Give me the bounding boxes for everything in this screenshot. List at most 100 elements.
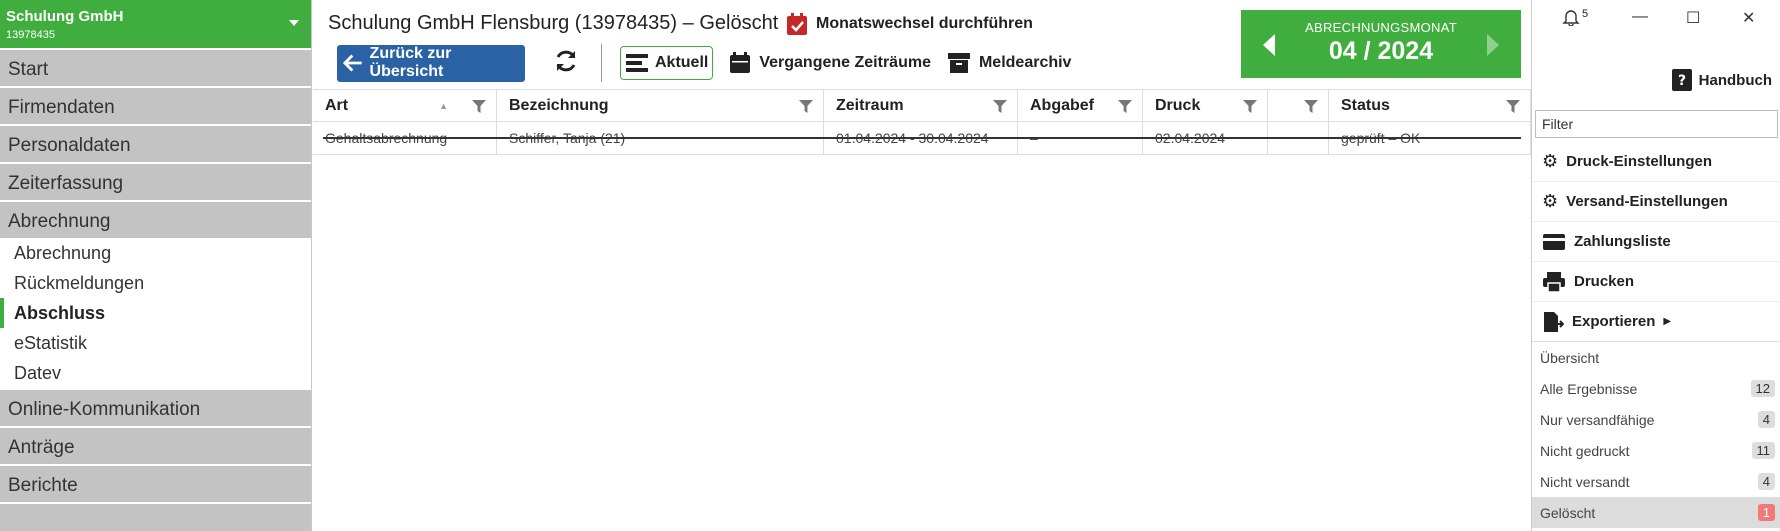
main-content: Schulung GmbH Flensburg (13978435) – Gel… — [313, 0, 1531, 531]
prev-month-icon[interactable] — [1263, 34, 1275, 56]
gears-icon: ⚙ — [1542, 191, 1559, 211]
col-bezeichnung-label: Bezeichnung — [509, 96, 609, 114]
action-list: ⚙ Druck-Einstellungen ⚙ Versand-Einstell… — [1532, 142, 1780, 342]
calendar-check-icon — [787, 13, 807, 35]
company-selector[interactable]: Schulung GmbH 13978435 — [0, 0, 311, 48]
filter-icon[interactable] — [1506, 100, 1520, 113]
col-art[interactable]: Art ▲ — [313, 90, 497, 121]
col-art-label: Art — [325, 96, 349, 114]
col-abgabef[interactable]: Abgabef — [1018, 90, 1143, 121]
aktuell-button[interactable]: Aktuell — [620, 46, 714, 80]
nav-abrechnung[interactable]: Abrechnung — [0, 200, 311, 238]
view-geloescht[interactable]: Gelöscht 1 — [1532, 497, 1780, 528]
filter-icon[interactable] — [472, 100, 486, 113]
month-switch-button[interactable]: Monatswechsel durchführen — [786, 12, 1033, 36]
filter-icon[interactable] — [1118, 100, 1132, 113]
notifications-button[interactable]: 5 — [1562, 8, 1588, 26]
close-icon[interactable]: ✕ — [1742, 8, 1755, 28]
filter-input[interactable]: Filter — [1535, 110, 1778, 138]
chevron-down-icon — [289, 20, 299, 26]
payment-list-button[interactable]: Zahlungsliste — [1532, 222, 1780, 262]
filter-icon[interactable] — [799, 100, 813, 113]
view-alle-ergebnisse[interactable]: Alle Ergebnisse 12 — [1532, 373, 1780, 404]
col-zeitraum-label: Zeitraum — [836, 96, 904, 114]
results-table: Art ▲ Bezeichnung Zeitraum Abgabef Druck… — [313, 89, 1531, 155]
col-abgabef-label: Abgabef — [1030, 96, 1094, 114]
back-button-label: Zurück zur Übersicht — [369, 45, 452, 80]
app-window: Schulung GmbH 13978435 Start Firmendaten… — [0, 0, 1780, 531]
nav-antraege[interactable]: Anträge — [0, 426, 311, 464]
company-name: Schulung GmbH — [6, 8, 124, 25]
company-number: 13978435 — [6, 29, 55, 41]
view-nicht-gedruckt[interactable]: Nicht gedruckt 11 — [1532, 435, 1780, 466]
send-settings-label: Versand-Einstellungen — [1566, 193, 1728, 210]
arrow-left-icon — [343, 54, 362, 72]
maximize-icon[interactable]: ☐ — [1686, 8, 1700, 28]
print-settings-label: Druck-Einstellungen — [1566, 153, 1712, 170]
nav-online-kommunikation[interactable]: Online-Kommunikation — [0, 388, 311, 426]
caret-right-icon: ▶ — [1663, 316, 1672, 327]
view-label: Gelöscht — [1540, 504, 1596, 521]
table-row[interactable]: Gehaltsabrechnung Schiffer, Tanja (21) 0… — [313, 122, 1531, 155]
print-settings-button[interactable]: ⚙ Druck-Einstellungen — [1532, 142, 1780, 182]
send-settings-button[interactable]: ⚙ Versand-Einstellungen — [1532, 182, 1780, 222]
billing-month-panel: ABRECHNUNGSMONAT 04 / 2024 — [1241, 10, 1521, 78]
notification-count: 5 — [1582, 8, 1589, 20]
past-periods-button[interactable]: Vergangene Zeiträume — [729, 52, 931, 74]
col-druck[interactable]: Druck — [1143, 90, 1268, 121]
credit-card-icon — [1543, 233, 1565, 250]
sort-up-icon: ▲ — [439, 101, 448, 111]
gears-icon: ⚙ — [1542, 151, 1559, 171]
nav-start[interactable]: Start — [0, 48, 311, 86]
filter-icon[interactable] — [993, 100, 1007, 113]
col-zeitraum[interactable]: Zeitraum — [824, 90, 1018, 121]
list-icon — [626, 54, 648, 72]
col-status[interactable]: Status — [1329, 90, 1531, 121]
deleted-strikethrough — [323, 137, 1521, 139]
count-badge: 11 — [1751, 442, 1775, 459]
col-status-label: Status — [1341, 96, 1390, 114]
minimize-icon[interactable]: — — [1632, 8, 1648, 26]
col-unnamed[interactable] — [1268, 90, 1329, 121]
right-panel: 5 — ☐ ✕ ? Handbuch Filter ⚙ Druck-Einste… — [1531, 0, 1780, 531]
sub-datev[interactable]: Datev — [0, 358, 311, 388]
print-label: Drucken — [1574, 273, 1635, 290]
aktuell-label: Aktuell — [655, 54, 709, 71]
view-label: Nicht versandt — [1540, 473, 1630, 490]
export-label: Exportieren — [1572, 313, 1656, 330]
nav-personaldaten[interactable]: Personaldaten — [0, 124, 311, 162]
col-bezeichnung[interactable]: Bezeichnung — [497, 90, 824, 121]
print-button[interactable]: Drucken — [1532, 262, 1780, 302]
sub-rueckmeldungen[interactable]: Rückmeldungen — [0, 268, 311, 298]
sidebar: Schulung GmbH 13978435 Start Firmendaten… — [0, 0, 312, 531]
back-button[interactable]: Zurück zur Übersicht — [337, 44, 525, 82]
view-label: Übersicht — [1540, 349, 1600, 366]
handbuch-button[interactable]: ? Handbuch — [1671, 68, 1772, 92]
nav-zeiterfassung[interactable]: Zeiterfassung — [0, 162, 311, 200]
view-uebersicht[interactable]: Übersicht — [1532, 342, 1780, 373]
calendar-icon — [730, 52, 751, 73]
archive-button[interactable]: Meldearchiv — [947, 52, 1071, 74]
col-druck-label: Druck — [1155, 96, 1201, 114]
view-nur-versandfaehige[interactable]: Nur versandfähige 4 — [1532, 404, 1780, 435]
sub-abschluss[interactable]: Abschluss — [0, 298, 311, 328]
refresh-icon[interactable] — [553, 48, 579, 79]
next-month-icon[interactable] — [1487, 34, 1499, 56]
view-nicht-versandt[interactable]: Nicht versandt 4 — [1532, 466, 1780, 497]
nav-berichte[interactable]: Berichte — [0, 464, 311, 502]
count-badge: 1 — [1757, 504, 1775, 521]
bell-icon — [1562, 10, 1580, 26]
handbuch-label: Handbuch — [1698, 71, 1772, 89]
view-list: Übersicht Alle Ergebnisse 12 Nur versand… — [1532, 341, 1780, 528]
sub-estatistik[interactable]: eStatistik — [0, 328, 311, 358]
nav-more[interactable] — [0, 502, 311, 531]
filter-icon[interactable] — [1304, 100, 1318, 113]
billing-month-value: 04 / 2024 — [1328, 37, 1434, 65]
table-header: Art ▲ Bezeichnung Zeitraum Abgabef Druck… — [313, 89, 1531, 122]
nav-firmendaten[interactable]: Firmendaten — [0, 86, 311, 124]
page-title: Schulung GmbH Flensburg (13978435) – Gel… — [328, 12, 779, 34]
filter-icon[interactable] — [1243, 100, 1257, 113]
export-button[interactable]: Exportieren ▶ — [1532, 302, 1780, 342]
count-badge: 4 — [1757, 411, 1775, 428]
sub-abrechnung[interactable]: Abrechnung — [0, 238, 311, 268]
